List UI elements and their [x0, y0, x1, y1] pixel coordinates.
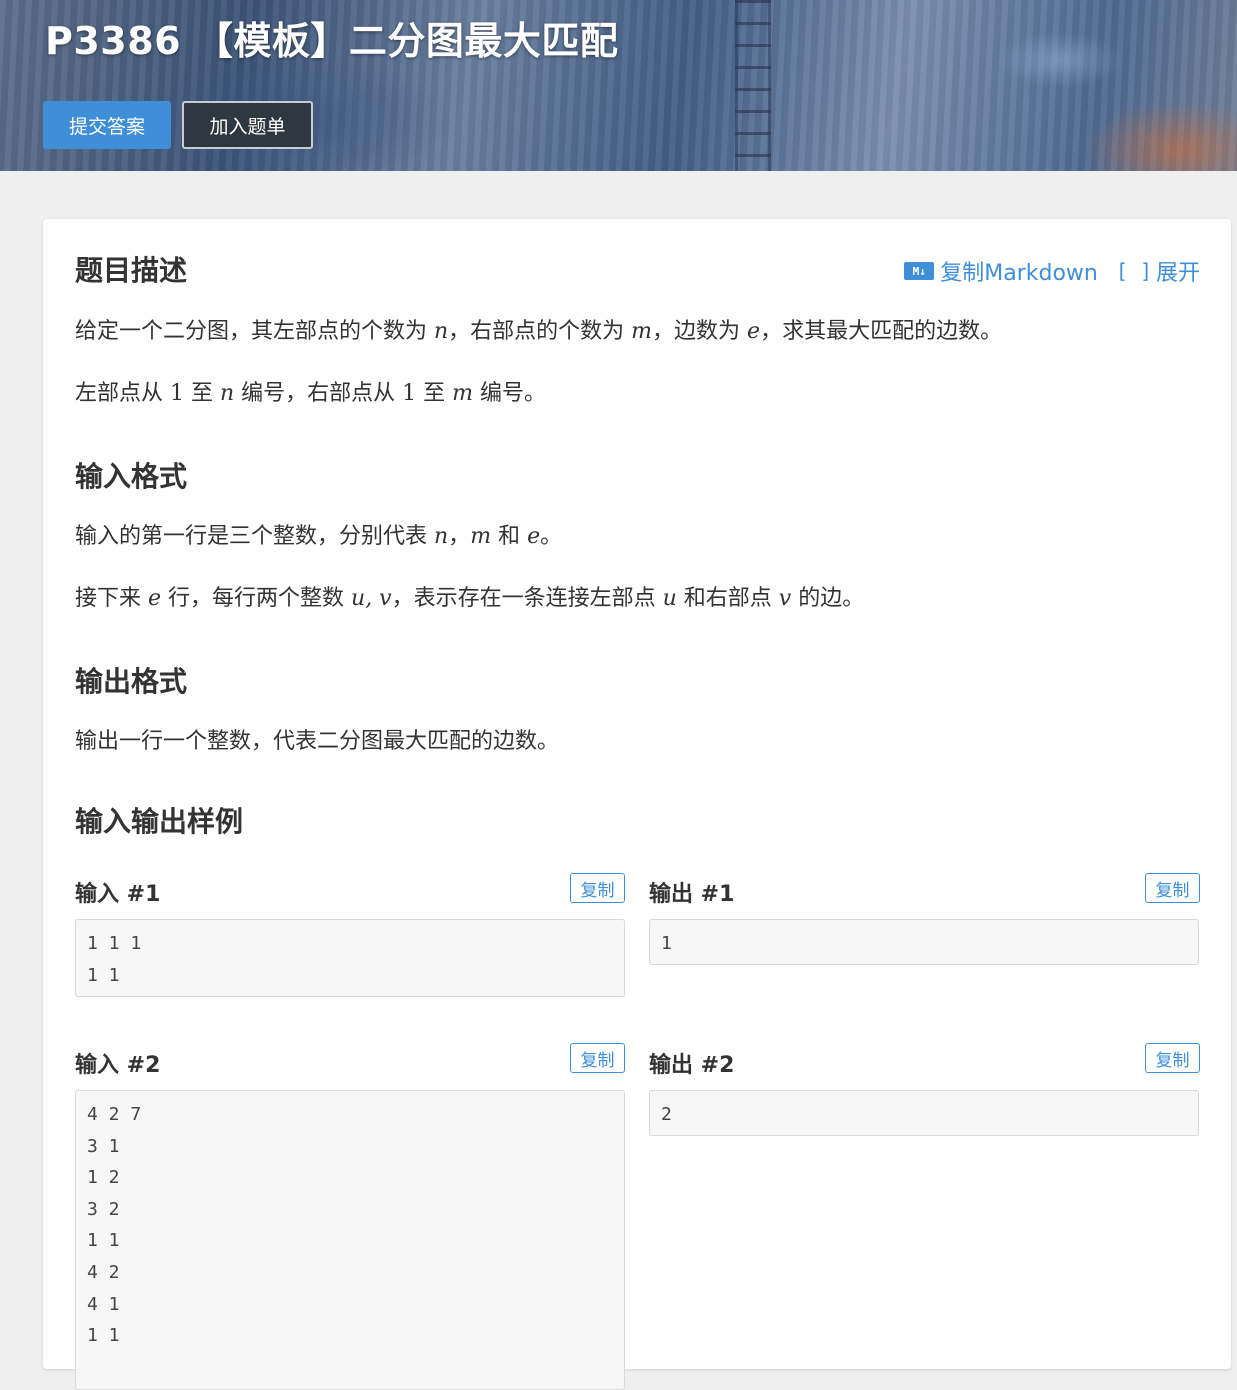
- sample-input-1-label: 输入 #1: [75, 882, 161, 907]
- sample-output-2-label: 输出 #2: [649, 1053, 735, 1078]
- input-format-paragraph-2: 接下来 e 行，每行两个整数 u, v，表示存在一条连接左部点 u 和右部点 v…: [75, 586, 865, 611]
- page-title: P3386 【模板】二分图最大匹配: [45, 19, 619, 63]
- code-line: 2: [661, 1104, 672, 1125]
- copy-markdown-label: 复制Markdown: [940, 261, 1098, 286]
- code-line: 3 1: [87, 1135, 120, 1157]
- sample-input-2-label: 输入 #2: [75, 1053, 161, 1078]
- code-line: 1: [661, 933, 672, 954]
- markdown-icon: M↓: [904, 262, 935, 280]
- sample-output-1-label: 输出 #1: [649, 882, 735, 907]
- input-format-title: 输入格式: [75, 460, 188, 493]
- submit-answer-button[interactable]: 提交答案: [43, 101, 171, 149]
- output-format-paragraph: 输出一行一个整数，代表二分图最大匹配的边数。: [75, 729, 560, 754]
- code-line: 1 2: [87, 1167, 120, 1189]
- description-paragraph-2: 左部点从 1 至 n 编号，右部点从 1 至 m 编号。: [75, 381, 547, 406]
- expand-button[interactable]: [ ] 展开: [1116, 255, 1200, 287]
- output-format-title: 输出格式: [75, 665, 188, 698]
- input-format-paragraph-1: 输入的第一行是三个整数，分别代表 n，m 和 e。: [75, 524, 563, 549]
- copy-markdown-button[interactable]: M↓ 复制Markdown: [904, 255, 1098, 287]
- add-to-list-button[interactable]: 加入题单: [182, 101, 313, 149]
- code-line: 3 2: [87, 1198, 120, 1220]
- problem-card: 题目描述 M↓ 复制Markdown [ ] 展开 给定一个二分图，其左部点的个…: [43, 219, 1231, 1390]
- copy-output-1-button[interactable]: 复制: [1145, 873, 1200, 903]
- problem-tools: M↓ 复制Markdown [ ] 展开: [904, 255, 1200, 287]
- code-line: 1 1: [87, 1325, 120, 1347]
- code-line: 4 2 7: [87, 1104, 142, 1125]
- header-background-art: [735, 0, 771, 171]
- expand-label: 展开: [1155, 261, 1200, 286]
- problem-header: P3386 【模板】二分图最大匹配 提交答案 加入题单: [0, 0, 1237, 171]
- code-line: 4 2: [87, 1261, 120, 1283]
- copy-input-1-button[interactable]: 复制: [570, 873, 625, 903]
- samples-title: 输入输出样例: [75, 805, 244, 838]
- expand-icon: [ ]: [1115, 259, 1152, 283]
- sample-input-2-box[interactable]: 4 2 7 3 1 1 2 3 2 1 1 4 2 4 1 1 1: [75, 1090, 625, 1390]
- code-line: 1 1: [87, 964, 120, 986]
- code-line: 1 1: [87, 1230, 120, 1252]
- description-paragraph-1: 给定一个二分图，其左部点的个数为 n，右部点的个数为 m，边数为 e，求其最大匹…: [75, 319, 1003, 344]
- sample-output-1-box[interactable]: 1: [649, 919, 1199, 965]
- copy-output-2-button[interactable]: 复制: [1145, 1043, 1200, 1073]
- sample-input-1-box[interactable]: 1 1 1 1 1: [75, 919, 625, 997]
- code-line: 1 1 1: [87, 933, 142, 954]
- code-line: 4 1: [87, 1293, 120, 1315]
- description-title: 题目描述: [75, 254, 188, 287]
- sample-output-2-box[interactable]: 2: [649, 1090, 1199, 1136]
- copy-input-2-button[interactable]: 复制: [570, 1043, 625, 1073]
